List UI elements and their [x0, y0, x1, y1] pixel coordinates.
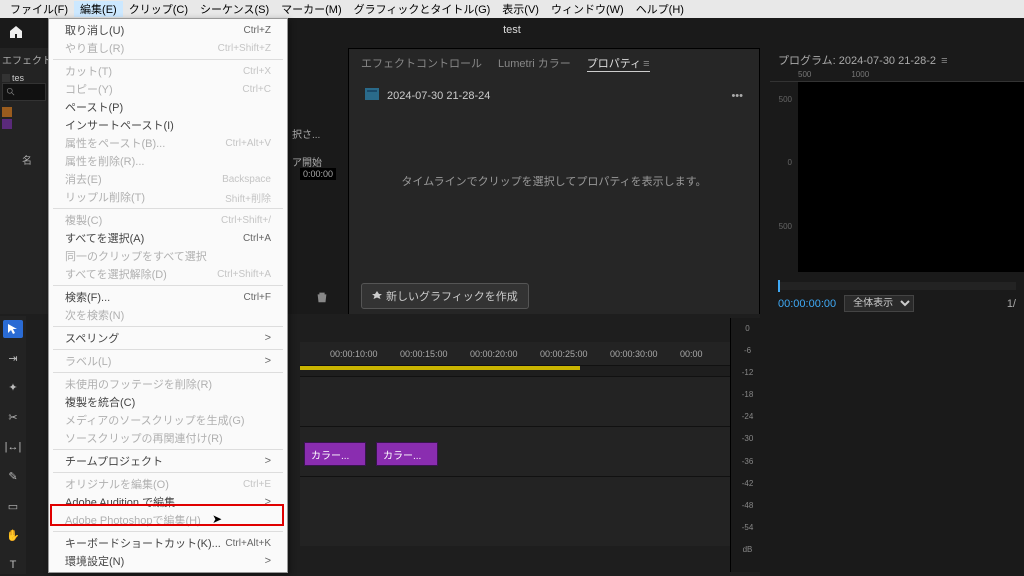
menu-item[interactable]: すべてを選択(A)Ctrl+A — [49, 229, 287, 247]
program-ruler: 5001000 — [770, 70, 1024, 82]
menu-item[interactable]: 取り消し(U)Ctrl+Z — [49, 21, 287, 39]
search-input[interactable] — [2, 83, 46, 101]
trash-icon[interactable] — [315, 290, 329, 307]
work-area-bar[interactable] — [300, 366, 580, 370]
menu-item[interactable]: スペリング> — [49, 329, 287, 347]
properties-placeholder: タイムラインでクリップを選択してプロパティを表示します。 — [349, 173, 759, 189]
name-column-header: 名 — [22, 152, 32, 167]
menu-item: 同一のクリップをすべて選択 — [49, 247, 287, 265]
clip-name: 2024-07-30 21-28-24 — [387, 90, 490, 102]
rectangle-tool[interactable]: ▭ — [3, 497, 23, 515]
ripple-tool[interactable]: ✦ — [3, 379, 23, 397]
program-timecode[interactable]: 00:00:00:00 — [778, 298, 836, 310]
menu-help[interactable]: ヘルプ(H) — [630, 1, 690, 17]
new-graphic-button[interactable]: 新しいグラフィックを作成 — [361, 283, 529, 309]
small-timecode: 0:00:00 — [300, 168, 336, 180]
menu-item: 次を検索(N) — [49, 306, 287, 324]
menu-item: すべてを選択解除(D)Ctrl+Shift+A — [49, 265, 287, 283]
menu-window[interactable]: ウィンドウ(W) — [545, 1, 630, 17]
zoom-select[interactable]: 全体表示 — [844, 295, 914, 312]
menu-item: オリジナルを編集(O)Ctrl+E — [49, 475, 287, 493]
menu-item[interactable]: 環境設定(N)> — [49, 552, 287, 570]
properties-panel: エフェクトコントロール Lumetri カラー プロパティ≡ 2024-07-3… — [348, 48, 760, 318]
menu-item: 複製(C)Ctrl+Shift+/ — [49, 211, 287, 229]
program-ratio: 1/ — [1007, 298, 1016, 310]
selection-tool[interactable] — [3, 320, 23, 338]
audio-meter: 0 -6 -12 -18 -24 -30 -36 -42 -48 -54 dB — [730, 318, 764, 572]
video-track-3[interactable] — [300, 376, 744, 426]
menu-item: 属性をペースト(B)...Ctrl+Alt+V — [49, 134, 287, 152]
menu-item[interactable]: ペースト(P) — [49, 98, 287, 116]
menu-marker[interactable]: マーカー(M) — [275, 1, 348, 17]
pen-tool[interactable]: ✎ — [3, 468, 23, 486]
tab-lumetri-color[interactable]: Lumetri カラー — [498, 55, 571, 72]
program-monitor-panel: プログラム: 2024-07-30 21-28-2 ≡ 5001000 500 … — [770, 48, 1024, 318]
program-scrubber[interactable] — [778, 282, 1016, 290]
label-swatch-orange[interactable] — [2, 107, 12, 117]
clip-icon — [365, 88, 379, 103]
timeline-clip[interactable]: カラー... — [304, 442, 366, 466]
truncated-text-2: ア開始 — [292, 154, 344, 169]
menu-item: カット(T)Ctrl+X — [49, 62, 287, 80]
menu-item: やり直し(R)Ctrl+Shift+Z — [49, 39, 287, 57]
menu-item: 属性を削除(R)... — [49, 152, 287, 170]
video-track-1[interactable] — [300, 476, 744, 526]
menu-graphics[interactable]: グラフィックとタイトル(G) — [348, 1, 497, 17]
truncated-text-1: 択さ... — [292, 126, 344, 141]
program-monitor[interactable] — [798, 82, 1024, 272]
more-icon[interactable]: ••• — [731, 90, 743, 102]
label-swatch-purple[interactable] — [2, 119, 12, 129]
edit-menu-dropdown[interactable]: 取り消し(U)Ctrl+Zやり直し(R)Ctrl+Shift+Z カット(T)Ct… — [48, 18, 288, 573]
video-track-2[interactable] — [300, 426, 744, 476]
menu-item: Adobe Photoshopで編集(H) — [49, 511, 287, 529]
menu-view[interactable]: 表示(V) — [496, 1, 545, 17]
menu-item[interactable]: インサートペースト(I) — [49, 116, 287, 134]
slip-tool[interactable]: |↔| — [3, 438, 23, 456]
timeline-ruler[interactable]: 00:00:10:00 00:00:15:00 00:00:20:00 00:0… — [300, 342, 744, 366]
menu-item[interactable]: チームプロジェクト> — [49, 452, 287, 470]
menu-item: ラベル(L)> — [49, 352, 287, 370]
menu-item: メディアのソースクリップを生成(G) — [49, 411, 287, 429]
menubar[interactable]: ファイル(F) 編集(E) クリップ(C) シーケンス(S) マーカー(M) グ… — [0, 0, 1024, 18]
menu-item[interactable]: キーボードショートカット(K)...Ctrl+Alt+K — [49, 534, 287, 552]
effects-tab[interactable]: tes — [12, 73, 24, 83]
tab-properties[interactable]: プロパティ≡ — [587, 55, 650, 72]
menu-item: リップル削除(T)Shift+削除 — [49, 188, 287, 206]
type-tool[interactable]: T — [3, 557, 23, 575]
timeline-tracks[interactable] — [300, 376, 744, 546]
program-v-scale: 500 0 500 — [770, 68, 794, 258]
menu-clip[interactable]: クリップ(C) — [123, 1, 194, 17]
tool-palette: ⇥ ✦ ✂ |↔| ✎ ▭ ✋ T — [0, 316, 26, 574]
menu-item: 消去(E)Backspace — [49, 170, 287, 188]
tab-effect-controls[interactable]: エフェクトコントロール — [361, 55, 482, 72]
menu-item: 未使用のフッテージを削除(R) — [49, 375, 287, 393]
razor-tool[interactable]: ✂ — [3, 409, 23, 427]
effects-header: エフェクト — [2, 52, 46, 67]
menu-sequence[interactable]: シーケンス(S) — [194, 1, 275, 17]
track-select-tool[interactable]: ⇥ — [3, 350, 23, 368]
hand-tool[interactable]: ✋ — [3, 527, 23, 545]
effects-panel: エフェクト tes — [0, 48, 48, 318]
timeline-clip[interactable]: カラー... — [376, 442, 438, 466]
menu-file[interactable]: ファイル(F) — [4, 1, 74, 17]
menu-item[interactable]: Adobe Audition で編集> — [49, 493, 287, 511]
menu-edit[interactable]: 編集(E) — [74, 1, 123, 17]
menu-item[interactable]: 検索(F)...Ctrl+F — [49, 288, 287, 306]
program-title: プログラム: 2024-07-30 21-28-2 ≡ — [770, 48, 1024, 70]
menu-item[interactable]: 複製を統合(C) — [49, 393, 287, 411]
menu-item: ソースクリップの再関連付け(R) — [49, 429, 287, 447]
menu-item: コピー(Y)Ctrl+C — [49, 80, 287, 98]
